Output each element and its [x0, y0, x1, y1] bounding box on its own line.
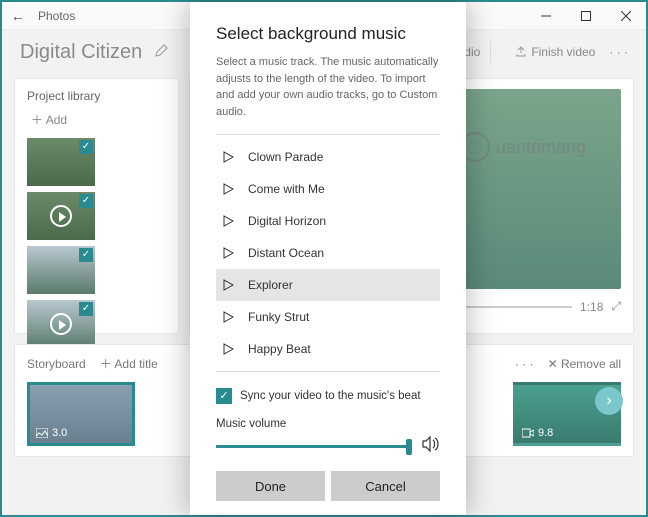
track-item[interactable]: Distant Ocean [216, 237, 440, 269]
track-label: Distant Ocean [248, 246, 324, 260]
storyboard-heading: Storyboard [27, 357, 86, 371]
library-thumb[interactable]: ✓ [27, 138, 95, 186]
track-item[interactable]: Explorer [216, 269, 440, 301]
play-icon [222, 247, 234, 259]
done-button[interactable]: Done [216, 471, 325, 501]
separator [490, 41, 491, 63]
check-icon: ✓ [79, 140, 93, 154]
more-button[interactable]: · · · [609, 45, 628, 59]
track-item[interactable]: Let's Go [216, 365, 440, 367]
library-thumb[interactable]: ✓ [27, 300, 95, 348]
check-icon: ✓ [79, 248, 93, 262]
image-icon [36, 428, 48, 438]
clip-more-button[interactable]: · · · [515, 357, 534, 371]
track-item[interactable]: Clown Parade [216, 141, 440, 173]
export-icon [515, 46, 527, 58]
dialog-title: Select background music [216, 24, 440, 44]
volume-label: Music volume [216, 418, 440, 430]
track-label: Clown Parade [248, 150, 323, 164]
check-icon: ✓ [79, 302, 93, 316]
library-thumb[interactable]: ✓ [27, 246, 95, 294]
time-display: 1:18 [580, 300, 603, 314]
play-icon [222, 215, 234, 227]
track-label: Funky Strut [248, 310, 309, 324]
check-icon: ✓ [216, 388, 232, 404]
rename-icon[interactable] [154, 42, 170, 63]
video-icon [522, 428, 534, 438]
close-button[interactable] [606, 2, 646, 30]
project-library-heading: Project library [27, 89, 166, 103]
play-icon [222, 151, 234, 163]
add-button[interactable]: ＋ Add [31, 111, 166, 128]
play-icon [50, 313, 72, 335]
play-icon [222, 343, 234, 355]
next-clip-button[interactable]: › [595, 387, 623, 415]
background-music-dialog: Select background music Select a music t… [190, 2, 466, 515]
project-library-panel: Project library ＋ Add ✓ ✓ ✓ ✓ [14, 78, 179, 334]
play-icon [50, 205, 72, 227]
minimize-button[interactable] [526, 2, 566, 30]
finish-video-button[interactable]: Finish video [515, 45, 595, 59]
divider [216, 134, 440, 135]
fullscreen-icon[interactable]: ⤢ [611, 299, 621, 314]
maximize-button[interactable] [566, 2, 606, 30]
cancel-button[interactable]: Cancel [331, 471, 440, 501]
add-title-button[interactable]: ＋ Add title [100, 355, 158, 372]
dialog-description: Select a music track. The music automati… [216, 54, 440, 120]
track-label: Digital Horizon [248, 214, 326, 228]
track-label: Happy Beat [248, 342, 311, 356]
sync-checkbox[interactable]: ✓ Sync your video to the music's beat [216, 388, 440, 404]
check-icon: ✓ [79, 194, 93, 208]
play-icon [222, 279, 234, 291]
track-list: Clown Parade Come with Me Digital Horizon D… [216, 141, 440, 367]
divider [216, 371, 440, 372]
track-item[interactable]: Come with Me [216, 173, 440, 205]
remove-all-button[interactable]: ✕ Remove all [548, 357, 621, 371]
volume-slider[interactable] [216, 445, 412, 448]
track-item[interactable]: Digital Horizon [216, 205, 440, 237]
track-item[interactable]: Happy Beat [216, 333, 440, 365]
speaker-icon[interactable] [422, 436, 440, 457]
project-title: Digital Citizen [20, 41, 142, 64]
storyboard-clip[interactable]: 3.0 [27, 382, 135, 446]
play-icon [222, 183, 234, 195]
track-label: Come with Me [248, 182, 325, 196]
track-item[interactable]: Funky Strut [216, 301, 440, 333]
back-button[interactable]: ← [2, 8, 34, 24]
library-thumb[interactable]: ✓ [27, 192, 95, 240]
play-icon [222, 311, 234, 323]
track-label: Explorer [248, 278, 293, 292]
